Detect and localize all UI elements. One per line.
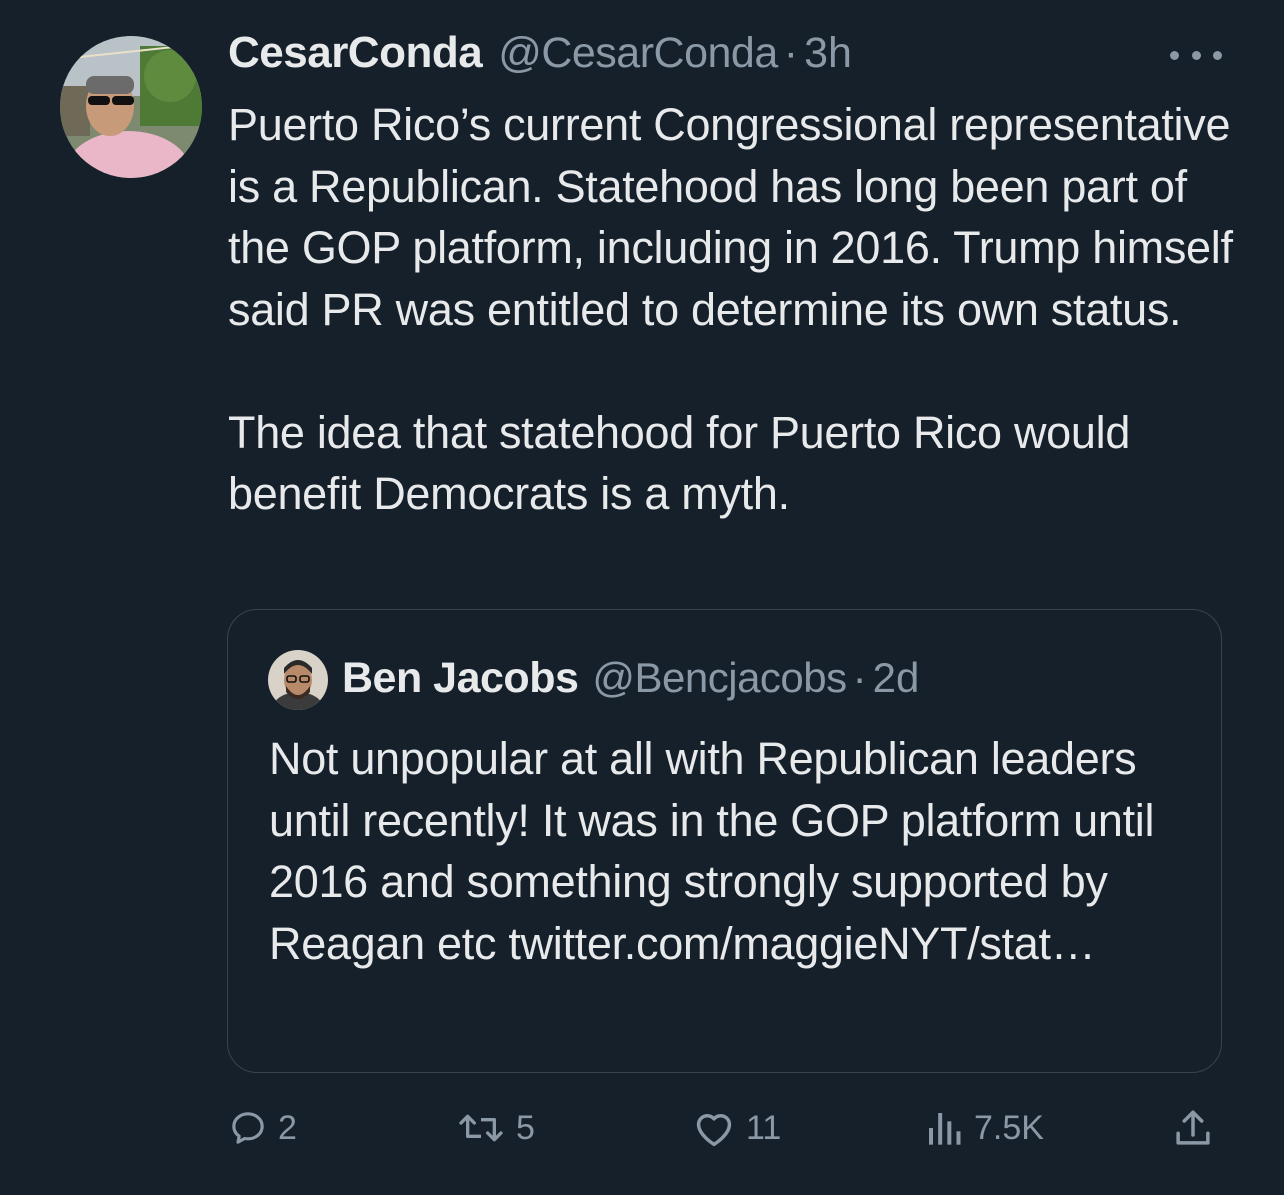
- author-avatar[interactable]: [60, 36, 202, 178]
- views-button[interactable]: 7.5K: [924, 1098, 1044, 1158]
- views-count: 7.5K: [974, 1108, 1044, 1147]
- tweet-card[interactable]: CesarConda @CesarConda · 3h Puerto Rico’…: [0, 0, 1284, 1195]
- author-name[interactable]: CesarConda: [228, 28, 483, 78]
- quoted-author-handle: @Bencjacobs: [592, 654, 847, 701]
- tweet-timestamp[interactable]: 3h: [804, 29, 852, 78]
- views-chart-icon: [929, 1113, 961, 1145]
- share-upload-icon: [1176, 1110, 1210, 1145]
- reply-bubble-icon: [232, 1112, 264, 1144]
- more-dot: [1191, 50, 1201, 60]
- more-dots-icon[interactable]: [1170, 38, 1222, 72]
- quoted-author-name: Ben Jacobs: [342, 654, 579, 702]
- more-dot: [1170, 50, 1179, 60]
- quoted-tweet[interactable]: Ben Jacobs @Bencjacobs · 2d Not unpopula…: [227, 609, 1222, 1073]
- quoted-tweet-header: Ben Jacobs @Bencjacobs · 2d: [342, 654, 919, 703]
- more-dot: [1213, 50, 1222, 60]
- reply-count: 2: [278, 1108, 297, 1147]
- tweet-actions-bar: 2 5 11 7.5K: [228, 1098, 1228, 1158]
- quoted-header-separator: ·: [852, 654, 867, 701]
- quoted-tweet-timestamp: 2d: [872, 654, 920, 701]
- tweet-header: CesarConda @CesarConda · 3h: [228, 28, 852, 88]
- tweet-text: Puerto Rico’s current Congressional repr…: [228, 94, 1248, 525]
- like-count: 11: [746, 1108, 782, 1147]
- quoted-author-avatar: [268, 650, 328, 710]
- tweet-paragraph: Puerto Rico’s current Congressional repr…: [228, 99, 1233, 335]
- retweet-icon: [459, 1114, 503, 1142]
- heart-icon: [696, 1114, 732, 1147]
- author-handle[interactable]: @CesarConda: [498, 29, 778, 78]
- retweet-count: 5: [516, 1108, 535, 1147]
- like-button[interactable]: 11: [692, 1098, 781, 1158]
- retweet-button[interactable]: 5: [456, 1098, 535, 1158]
- reply-button[interactable]: 2: [228, 1098, 297, 1158]
- share-button[interactable]: [1172, 1098, 1214, 1158]
- quoted-tweet-text: Not unpopular at all with Republican lea…: [269, 728, 1189, 974]
- quoted-tweet-paragraph: Not unpopular at all with Republican lea…: [269, 733, 1155, 969]
- tweet-paragraph: The idea that statehood for Puerto Rico …: [228, 406, 1131, 520]
- header-separator: ·: [783, 29, 799, 77]
